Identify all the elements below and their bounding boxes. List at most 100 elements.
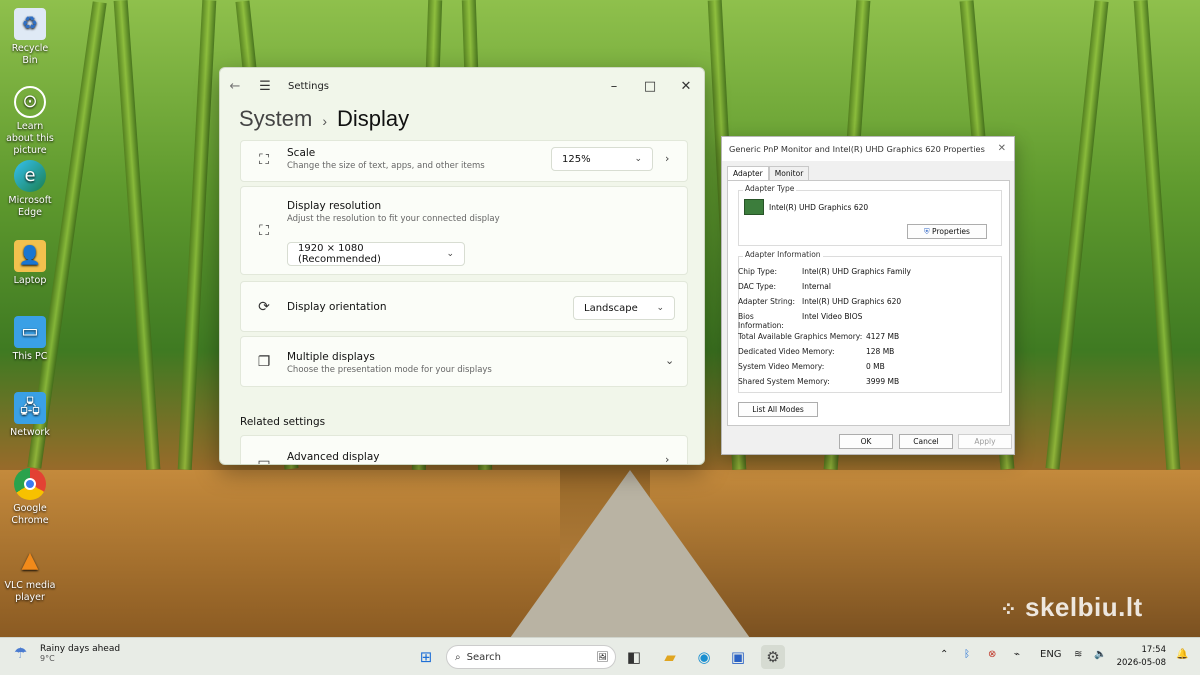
tab-adapter[interactable]: Adapter [727, 166, 769, 180]
ok-button[interactable]: OK [839, 434, 893, 449]
chevron-right-icon[interactable]: › [665, 453, 669, 464]
bell-icon[interactable]: 🔔 [1176, 649, 1188, 660]
multiple-displays-title: Multiple displays [287, 351, 375, 363]
orientation-dropdown-value: Landscape [584, 302, 638, 314]
resolution-dropdown[interactable]: 1920 × 1080 (Recommended) ⌄ [287, 242, 465, 266]
related-settings-heading: Related settings [240, 416, 326, 428]
volume-icon[interactable]: 🔈 [1094, 649, 1106, 660]
file-explorer-icon[interactable]: ▰ [658, 645, 682, 669]
chevron-up-icon[interactable]: ⌃ [940, 649, 948, 660]
display-orientation-title: Display orientation [287, 301, 387, 313]
adapter-properties-dialog: Generic PnP Monitor and Intel(R) UHD Gra… [721, 136, 1015, 455]
recycle-bin-icon: ♻ [14, 8, 46, 40]
close-button[interactable]: ✕ [668, 79, 704, 94]
graphics-card-icon [744, 199, 764, 215]
hamburger-menu-icon[interactable]: ☰ [250, 79, 280, 94]
search-placeholder: Search [466, 651, 501, 663]
breadcrumb: System › Display [220, 104, 704, 134]
clock-date: 2026-05-08 [1116, 658, 1166, 668]
apply-button[interactable]: Apply [958, 434, 1012, 449]
weather-widget[interactable]: ☂ Rainy days ahead 9°C [14, 644, 120, 664]
desktop-icon-chrome[interactable]: Google Chrome [4, 468, 56, 527]
weather-temp: 9°C [40, 654, 55, 663]
resolution-dropdown-value: 1920 × 1080 (Recommended) [298, 243, 381, 265]
chevron-right-icon[interactable]: › [665, 152, 669, 165]
watermark: ⁘ skelbiu.lt [1000, 592, 1143, 622]
display-resolution-card: ⛶ Display resolution Adjust the resoluti… [240, 186, 688, 275]
watermark-dots-icon: ⁘ [1000, 599, 1018, 621]
multiple-displays-icon: ❐ [257, 354, 271, 370]
scale-dropdown[interactable]: 125% ⌄ [551, 147, 653, 171]
settings-gear-icon[interactable]: ⚙ [761, 645, 785, 669]
list-all-modes-button[interactable]: List All Modes [738, 402, 818, 417]
orientation-icon: ⟳ [258, 299, 270, 315]
memory-row: Dedicated Video Memory: 128 MB [738, 347, 895, 356]
wifi-icon[interactable]: ≋ [1074, 649, 1082, 660]
close-icon[interactable]: ✕ [998, 137, 1006, 161]
adapter-name: Intel(R) UHD Graphics 620 [769, 203, 869, 212]
info-row: DAC Type: Internal [738, 282, 831, 291]
memory-row: Total Available Graphics Memory: 4127 MB [738, 332, 900, 341]
tab-monitor[interactable]: Monitor [768, 166, 810, 180]
clock-time: 17:54 [1141, 645, 1167, 655]
network-off-icon[interactable]: ⌁ [1014, 649, 1020, 660]
desktop-icon-network[interactable]: 🖧 Network [4, 392, 56, 439]
scale-card[interactable]: ⛶ Scale Change the size of text, apps, a… [240, 140, 688, 182]
settings-titlebar: ← ☰ Settings – □ ✕ [220, 68, 704, 104]
cancel-button[interactable]: Cancel [899, 434, 953, 449]
task-view-icon[interactable]: ◧ [622, 645, 646, 669]
memory-row: System Video Memory: 0 MB [738, 362, 885, 371]
maximize-button[interactable]: □ [632, 79, 668, 94]
desktop-icon-edge[interactable]: e Microsoft Edge [4, 160, 56, 219]
breadcrumb-separator: › [322, 113, 328, 129]
taskbar: ☂ Rainy days ahead 9°C ⊞ ⌕ Search 🖼 ◧ ▰ … [0, 637, 1200, 675]
adapter-type-group: Adapter Type Intel(R) UHD Graphics 620 ⛨… [738, 184, 1002, 246]
resolution-icon: ⛶ [259, 223, 269, 239]
folder-icon: 👤 [14, 240, 46, 272]
search-highlight-icon: 🖼 [596, 651, 609, 663]
windows-start-icon[interactable]: ⊞ [414, 645, 438, 669]
language-indicator[interactable]: ENG [1040, 649, 1062, 660]
back-arrow-icon[interactable]: ← [220, 79, 250, 94]
display-orientation-card: ⟳ Display orientation Landscape ⌄ [240, 281, 688, 332]
edge-icon[interactable]: ◉ [692, 645, 716, 669]
desktop-icon-laptop[interactable]: 👤 Laptop [4, 240, 56, 287]
taskbar-clock[interactable]: 17:54 2026-05-08 [1114, 644, 1166, 670]
desktop-icon-vlc[interactable]: ▲ VLC media player [4, 545, 56, 604]
minimize-button[interactable]: – [596, 79, 632, 94]
monitor-icon: ▭ [14, 316, 46, 348]
display-resolution-title: Display resolution [287, 200, 382, 212]
adapter-tab-panel: Adapter Type Intel(R) UHD Graphics 620 ⛨… [727, 180, 1010, 426]
adapter-information-label: Adapter Information [743, 250, 823, 259]
taskbar-search[interactable]: ⌕ Search 🖼 [446, 645, 616, 669]
info-row: Adapter String: Intel(R) UHD Graphics 620 [738, 297, 902, 306]
scale-title: Scale [287, 147, 316, 159]
camera-icon: ⊙ [14, 86, 46, 118]
scale-icon: ⛶ [259, 152, 269, 168]
info-row: Chip Type: Intel(R) UHD Graphics Family [738, 267, 911, 276]
desktop-icon-learn-about-picture[interactable]: ⊙ Learn about this picture [4, 86, 56, 157]
memory-row: Shared System Memory: 3999 MB [738, 377, 900, 386]
chevron-down-icon: ⌄ [656, 303, 664, 313]
adapter-type-label: Adapter Type [743, 184, 797, 193]
orientation-dropdown[interactable]: Landscape ⌄ [573, 296, 675, 320]
multiple-displays-card[interactable]: ❐ Multiple displays Choose the presentat… [240, 336, 688, 387]
search-icon: ⌕ [455, 651, 461, 663]
advanced-display-title: Advanced display [287, 451, 380, 463]
scale-dropdown-value: 125% [562, 153, 591, 165]
properties-button[interactable]: ⛨ Properties [907, 224, 987, 239]
breadcrumb-system[interactable]: System [239, 106, 312, 132]
display-resolution-subtitle: Adjust the resolution to fit your connec… [287, 214, 500, 224]
desktop-icon-this-pc[interactable]: ▭ This PC [4, 316, 56, 363]
store-icon[interactable]: ▣ [726, 645, 750, 669]
scale-subtitle: Change the size of text, apps, and other… [287, 161, 485, 171]
page-title: Display [337, 106, 410, 131]
network-icon: 🖧 [14, 392, 46, 424]
advanced-display-card[interactable]: ▭ Advanced display › [240, 435, 688, 464]
notification-badge-icon[interactable]: ⊗ [988, 649, 996, 660]
desktop-icon-recycle-bin[interactable]: ♻ Recycle Bin [4, 8, 56, 67]
chevron-down-icon[interactable]: ⌄ [665, 354, 674, 367]
vlc-cone-icon: ▲ [21, 548, 39, 573]
multiple-displays-subtitle: Choose the presentation mode for your di… [287, 365, 492, 375]
bluetooth-icon[interactable]: ᛒ [964, 649, 970, 660]
